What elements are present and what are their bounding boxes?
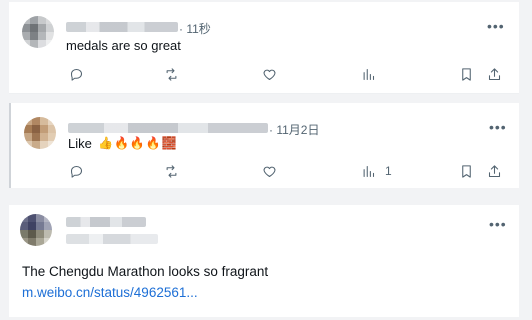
bookmark-button[interactable] bbox=[459, 162, 474, 180]
share-button[interactable] bbox=[487, 162, 502, 180]
like-button[interactable] bbox=[262, 162, 277, 180]
reply-button[interactable] bbox=[69, 65, 84, 83]
reply-card-2[interactable]: · 11月2日 ••• Like 👍 🔥 🔥 🔥 🧱 1 bbox=[9, 103, 519, 188]
views-icon bbox=[363, 68, 375, 80]
avatar[interactable] bbox=[20, 214, 52, 246]
reply-card-3[interactable]: ••• The Chengdu Marathon looks so fragra… bbox=[9, 205, 519, 317]
bookmark-button[interactable] bbox=[459, 65, 474, 83]
like-button[interactable] bbox=[262, 65, 277, 83]
views-icon bbox=[363, 165, 375, 177]
author-name-redacted[interactable] bbox=[68, 123, 268, 133]
share-button[interactable] bbox=[487, 65, 502, 83]
author-name-redacted[interactable] bbox=[66, 22, 178, 32]
heart-icon bbox=[263, 166, 276, 177]
repost-button[interactable] bbox=[164, 162, 179, 180]
post-text: medals are so great bbox=[66, 38, 181, 53]
repost-icon bbox=[166, 164, 177, 178]
avatar[interactable] bbox=[22, 16, 54, 48]
more-options-button[interactable]: ••• bbox=[489, 216, 507, 232]
fire-emoji: 🔥 bbox=[113, 136, 129, 150]
reply-card-1[interactable]: · 11秒 ••• medals are so great bbox=[9, 2, 519, 94]
avatar[interactable] bbox=[24, 117, 56, 149]
thumbs-up-emoji: 👍 bbox=[98, 136, 113, 150]
reply-icon bbox=[70, 68, 83, 81]
post-time: · 11月2日 bbox=[269, 123, 320, 137]
reply-icon bbox=[70, 165, 83, 178]
action-bar: 1 bbox=[11, 162, 519, 180]
post-text: Like bbox=[68, 136, 92, 151]
more-options-button[interactable]: ••• bbox=[489, 119, 507, 135]
views-button[interactable]: 1 bbox=[361, 162, 392, 180]
post-time: · 11秒 bbox=[179, 22, 211, 36]
repost-button[interactable] bbox=[164, 65, 179, 83]
bookmark-icon bbox=[462, 164, 471, 178]
author-handle-redacted[interactable] bbox=[66, 234, 158, 244]
share-icon bbox=[488, 67, 501, 80]
action-bar bbox=[9, 65, 519, 83]
repost-icon bbox=[166, 67, 177, 81]
brick-emoji: 🧱 bbox=[161, 136, 177, 150]
more-options-button[interactable]: ••• bbox=[487, 18, 505, 34]
emoji-row: 👍 🔥 🔥 🔥 🧱 bbox=[98, 136, 177, 150]
post-text: The Chengdu Marathon looks so fragrant bbox=[22, 264, 269, 279]
post-link[interactable]: m.weibo.cn/status/4962561... bbox=[22, 285, 198, 300]
heart-icon bbox=[263, 69, 276, 80]
bookmark-icon bbox=[462, 67, 471, 81]
views-count: 1 bbox=[385, 164, 392, 178]
views-button[interactable] bbox=[361, 65, 385, 83]
fire-emoji: 🔥 bbox=[145, 136, 161, 150]
fire-emoji: 🔥 bbox=[129, 136, 145, 150]
share-icon bbox=[488, 164, 501, 177]
author-name-redacted[interactable] bbox=[66, 217, 146, 227]
reply-button[interactable] bbox=[69, 162, 84, 180]
